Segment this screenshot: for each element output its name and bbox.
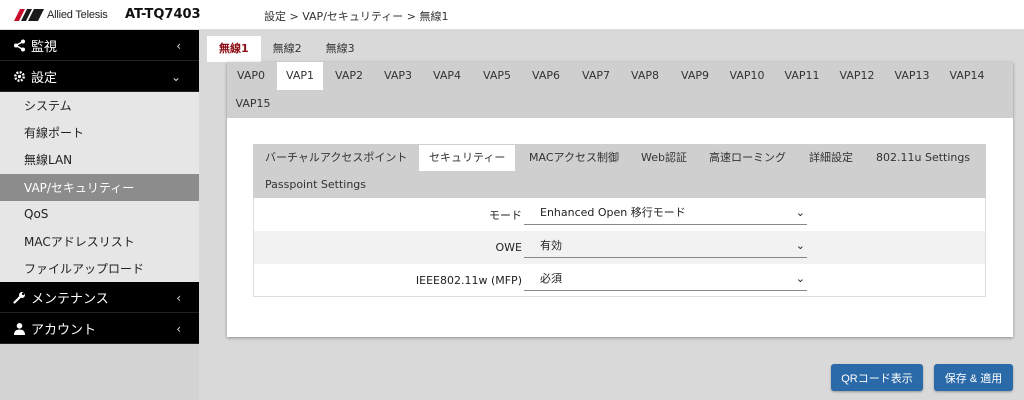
logo-text: Allied Telesis: [47, 9, 108, 21]
sidebar-item-system[interactable]: システム: [0, 92, 199, 120]
allied-telesis-logo: Allied Telesis: [14, 6, 108, 24]
sidebar-item-wireless-lan[interactable]: 無線LAN: [0, 146, 199, 174]
chevron-down-icon: ⌄: [795, 272, 805, 285]
tab-vap12[interactable]: VAP12: [831, 62, 883, 90]
sub-tab-bar: バーチャルアクセスポイント セキュリティー MACアクセス制御 Web認証 高速…: [253, 144, 986, 198]
tab-web-auth[interactable]: Web認証: [631, 145, 697, 171]
tab-vap2[interactable]: VAP2: [325, 62, 373, 90]
mfp-value: 必須: [540, 272, 562, 285]
tab-vap6[interactable]: VAP6: [522, 62, 570, 90]
owe-value: 有効: [540, 239, 562, 252]
tab-fast-roaming[interactable]: 高速ローミング: [699, 145, 796, 171]
mode-row: モード Enhanced Open 移行モード ⌄: [253, 198, 986, 231]
sidebar-group-label: 設定: [31, 70, 58, 86]
top-bar: Allied Telesis AT-TQ7403 設定 > VAP/セキュリティ…: [0, 0, 1024, 30]
chevron-down-icon: ⌄: [170, 70, 181, 84]
sidebar-group-label: アカウント: [31, 322, 97, 338]
tab-vap9[interactable]: VAP9: [671, 62, 719, 90]
tab-vap7[interactable]: VAP7: [572, 62, 620, 90]
mfp-select[interactable]: 必須 ⌄: [524, 269, 807, 291]
tab-mac-access-control[interactable]: MACアクセス制御: [519, 145, 629, 171]
tab-advanced[interactable]: 詳細設定: [799, 145, 863, 171]
mfp-label: IEEE802.11w (MFP): [415, 273, 522, 287]
tab-80211u-settings[interactable]: 802.11u Settings: [866, 145, 980, 171]
tab-radio3[interactable]: 無線3: [314, 36, 367, 62]
device-model: AT-TQ7403: [125, 7, 201, 22]
user-icon: [12, 321, 26, 335]
vap-tab-bar: VAP0 VAP1 VAP2 VAP3 VAP4 VAP5 VAP6 VAP7 …: [227, 62, 1013, 118]
sidebar-item-qos[interactable]: QoS: [0, 200, 199, 228]
tab-radio1[interactable]: 無線1: [207, 36, 261, 62]
chevron-down-icon: ⌄: [795, 239, 805, 252]
sidebar-group-monitor[interactable]: 監視 ‹: [0, 30, 199, 61]
sidebar-group-label: メンテナンス: [31, 291, 109, 307]
tab-vap0[interactable]: VAP0: [227, 62, 275, 90]
qr-code-button[interactable]: QRコード表示: [831, 364, 923, 391]
tab-vap4[interactable]: VAP4: [423, 62, 471, 90]
sidebar-item-label: QoS: [24, 207, 49, 222]
chevron-down-icon: ⌄: [795, 206, 805, 219]
sidebar-group-label: 監視: [31, 39, 58, 55]
sidebar-group-settings[interactable]: 設定 ⌄: [0, 61, 199, 92]
tab-vap11[interactable]: VAP11: [776, 62, 828, 90]
mode-value: Enhanced Open 移行モード: [540, 206, 686, 219]
tab-vap1[interactable]: VAP1: [277, 62, 323, 90]
mfp-row: IEEE802.11w (MFP) 必須 ⌄: [253, 264, 986, 297]
sidebar-item-mac-address-list[interactable]: MACアドレスリスト: [0, 227, 199, 256]
sidebar-item-label: システム: [24, 99, 72, 114]
tab-vap5[interactable]: VAP5: [473, 62, 521, 90]
sidebar-group-maintenance[interactable]: メンテナンス ‹: [0, 282, 199, 314]
sidebar: 監視 ‹ 設定 ⌄ システム 有線ポート 無線LAN VAP/セキュリティー Q…: [0, 30, 199, 400]
tab-vap13[interactable]: VAP13: [886, 62, 938, 90]
sidebar-item-vap-security[interactable]: VAP/セキュリティー: [0, 173, 199, 201]
tab-passpoint-settings[interactable]: Passpoint Settings: [255, 172, 376, 198]
owe-row: OWE 有効 ⌄: [253, 231, 986, 264]
sidebar-item-label: 無線LAN: [24, 153, 73, 168]
gear-icon: [12, 69, 26, 83]
sidebar-item-label: 有線ポート: [24, 126, 85, 141]
tab-vap10[interactable]: VAP10: [721, 62, 773, 90]
tab-vap14[interactable]: VAP14: [941, 62, 993, 90]
tab-security[interactable]: セキュリティー: [419, 145, 516, 171]
logo-mark-icon: [14, 9, 44, 21]
radio-tabs: 無線1 無線2 無線3: [207, 36, 367, 62]
wrench-icon: [12, 290, 26, 304]
mode-select[interactable]: Enhanced Open 移行モード ⌄: [524, 203, 807, 225]
breadcrumb: 設定 > VAP/セキュリティー > 無線1: [264, 10, 449, 23]
sidebar-item-label: VAP/セキュリティー: [24, 180, 135, 195]
sidebar-item-label: MACアドレスリスト: [24, 235, 135, 250]
sidebar-item-wired-port[interactable]: 有線ポート: [0, 119, 199, 147]
owe-select[interactable]: 有効 ⌄: [524, 236, 807, 258]
save-apply-button[interactable]: 保存 & 適用: [934, 364, 1013, 391]
sidebar-item-label: ファイルアップロード: [24, 262, 145, 277]
tab-vap3[interactable]: VAP3: [374, 62, 422, 90]
tab-vap8[interactable]: VAP8: [621, 62, 669, 90]
chevron-left-icon: ‹: [176, 291, 181, 306]
tab-vap15[interactable]: VAP15: [227, 90, 279, 118]
chevron-left-icon: ‹: [176, 322, 181, 337]
owe-label: OWE: [495, 241, 523, 254]
sidebar-group-account[interactable]: アカウント ‹: [0, 313, 199, 345]
share-icon: [12, 38, 26, 52]
sidebar-item-file-upload[interactable]: ファイルアップロード: [0, 255, 199, 283]
tab-virtual-access-point[interactable]: バーチャルアクセスポイント: [255, 145, 417, 171]
chevron-left-icon: ‹: [176, 39, 181, 53]
tab-radio2[interactable]: 無線2: [261, 36, 314, 62]
mode-label: モード: [489, 208, 522, 222]
security-subpanel: バーチャルアクセスポイント セキュリティー MACアクセス制御 Web認証 高速…: [253, 144, 986, 299]
